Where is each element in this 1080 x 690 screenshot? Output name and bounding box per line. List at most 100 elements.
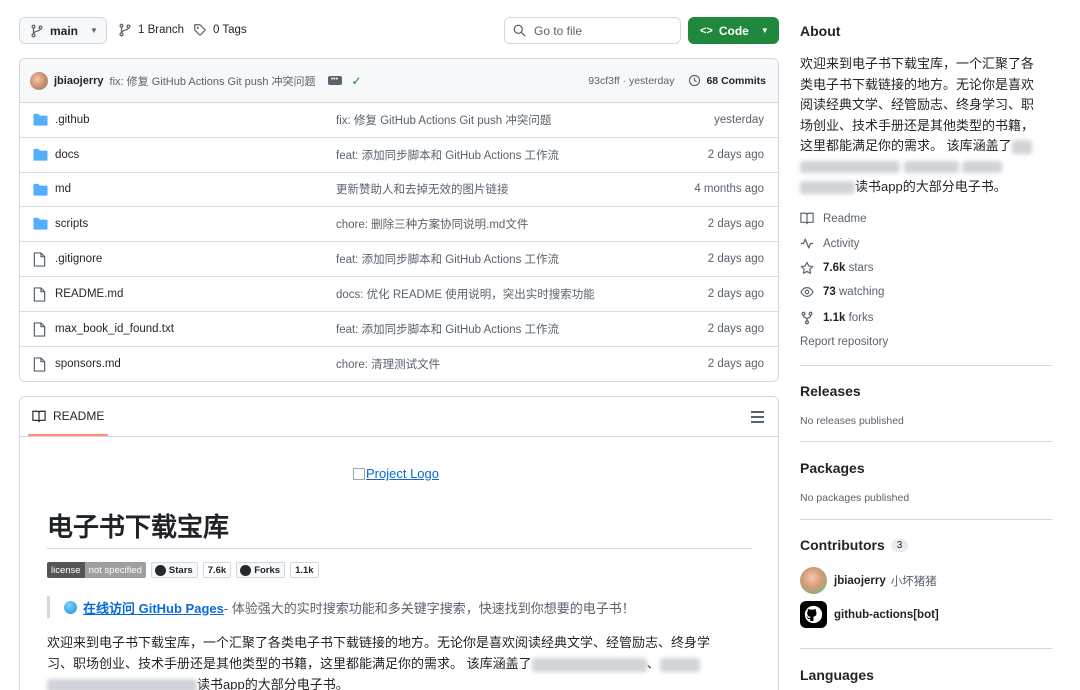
readme-title: 电子书下载宝库 bbox=[47, 513, 230, 543]
sidebar-divider bbox=[800, 365, 1052, 366]
forks-badge[interactable]: Forks bbox=[236, 562, 286, 578]
file-row[interactable]: README.md docs: 优化 README 使用说明，突出实时搜索功能 2 … bbox=[20, 277, 778, 312]
activity-link[interactable]: Activity bbox=[800, 237, 859, 250]
folder-icon bbox=[33, 148, 48, 161]
readme-tab-label: README bbox=[53, 409, 105, 423]
file-commit-message[interactable]: chore: 删除三种方案协同说明.md文件 bbox=[336, 216, 528, 232]
about-line-6 bbox=[800, 157, 1055, 178]
readme-header: README bbox=[20, 397, 778, 437]
branch-name: main bbox=[50, 23, 79, 38]
branch-select-button[interactable]: main ▼ bbox=[19, 17, 107, 44]
file-name[interactable]: scripts bbox=[55, 218, 88, 230]
file-row[interactable]: docs feat: 添加同步脚本和 GitHub Actions 工作流 2 da… bbox=[20, 138, 778, 173]
contributors-count-badge: 3 bbox=[890, 538, 909, 552]
packages-heading[interactable]: Packages bbox=[800, 460, 865, 476]
ellipsis-icon[interactable]: ••• bbox=[327, 76, 342, 85]
github-bot-avatar bbox=[800, 601, 827, 628]
forks-link[interactable]: 1.1k forks bbox=[800, 311, 874, 325]
commits-count-link[interactable]: 68 Commits bbox=[706, 75, 766, 87]
file-icon bbox=[33, 287, 46, 302]
tab-readme[interactable]: README bbox=[32, 409, 104, 423]
forks-badge-label: Forks bbox=[254, 564, 281, 576]
file-name[interactable]: .github bbox=[55, 114, 90, 126]
broken-image-icon bbox=[353, 467, 365, 480]
redacted-block bbox=[1011, 139, 1032, 154]
file-row[interactable]: .github fix: 修复 GitHub Actions Git push 冲… bbox=[20, 103, 778, 138]
forks-count-badge[interactable]: 1.1k bbox=[290, 562, 319, 578]
pulse-icon bbox=[800, 238, 814, 249]
redacted-block bbox=[800, 181, 855, 195]
file-commit-message[interactable]: fix: 修复 GitHub Actions Git push 冲突问题 bbox=[336, 112, 551, 128]
readme-link[interactable]: Readme bbox=[800, 212, 866, 225]
tags-count: 0 Tags bbox=[213, 24, 247, 36]
file-list: jbiaojerry fix: 修复 GitHub Actions Git pu… bbox=[19, 58, 779, 382]
file-row[interactable]: sponsors.md chore: 清理测试文件 2 days ago bbox=[20, 347, 778, 381]
file-name[interactable]: README.md bbox=[55, 288, 123, 300]
license-badge[interactable]: license not specified bbox=[47, 562, 146, 578]
go-to-file-input[interactable]: Go to file bbox=[504, 17, 681, 44]
about-line-7: 读书app的大部分电子书。 bbox=[800, 177, 1055, 198]
file-name[interactable]: md bbox=[55, 183, 71, 195]
file-commit-date: 2 days ago bbox=[707, 287, 764, 300]
file-name[interactable]: max_book_id_found.txt bbox=[55, 323, 174, 335]
watching-link[interactable]: 73 watching bbox=[800, 286, 884, 298]
file-row[interactable]: scripts chore: 删除三种方案协同说明.md文件 2 days ago bbox=[20, 207, 778, 243]
branches-link[interactable]: 1 Branch bbox=[118, 23, 184, 37]
file-row[interactable]: md 更新赞助人和去掉无效的图片链接 4 months ago bbox=[20, 173, 778, 208]
file-commit-message[interactable]: docs: 优化 README 使用说明，突出实时搜索功能 bbox=[336, 286, 595, 302]
report-repository-link[interactable]: Report repository bbox=[800, 336, 888, 348]
file-commit-message[interactable]: 更新赞助人和去掉无效的图片链接 bbox=[336, 181, 509, 197]
tags-link[interactable]: 0 Tags bbox=[193, 23, 247, 37]
stars-count: 7.6k bbox=[823, 262, 846, 274]
file-name[interactable]: .gitignore bbox=[55, 253, 102, 265]
file-commit-message[interactable]: feat: 添加同步脚本和 GitHub Actions 工作流 bbox=[336, 321, 559, 337]
file-name[interactable]: sponsors.md bbox=[55, 358, 121, 370]
license-badge-label: license bbox=[47, 562, 85, 578]
contributor-row[interactable]: jbiaojerry 小坏猪猪 bbox=[800, 567, 937, 594]
commit-sha-time[interactable]: 93cf3ff · yesterday bbox=[588, 75, 674, 87]
releases-heading[interactable]: Releases bbox=[800, 383, 861, 399]
avatar bbox=[800, 567, 827, 594]
commit-author[interactable]: jbiaojerry bbox=[54, 75, 104, 87]
folder-icon bbox=[33, 113, 48, 126]
file-commit-message[interactable]: chore: 清理测试文件 bbox=[336, 356, 440, 372]
about-line-7-text: 读书app的大部分电子书。 bbox=[855, 179, 1007, 194]
contributors-header[interactable]: Contributors 3 bbox=[800, 537, 909, 553]
file-commit-date: 2 days ago bbox=[707, 322, 764, 335]
project-logo-alt: Project Logo bbox=[366, 466, 439, 481]
stars-badge[interactable]: Stars bbox=[150, 562, 198, 578]
tab-active-underline bbox=[28, 434, 108, 436]
file-row[interactable]: .gitignore feat: 添加同步脚本和 GitHub Actions 工… bbox=[20, 242, 778, 277]
file-commit-message[interactable]: feat: 添加同步脚本和 GitHub Actions 工作流 bbox=[336, 251, 559, 267]
github-icon bbox=[240, 564, 252, 576]
book-icon bbox=[800, 212, 814, 225]
commit-message[interactable]: fix: 修复 GitHub Actions Git push 冲突问题 bbox=[110, 73, 316, 89]
latest-commit-bar: jbiaojerry fix: 修复 GitHub Actions Git pu… bbox=[20, 59, 778, 103]
contributor-row[interactable]: github-actions[bot] bbox=[800, 601, 939, 628]
eye-icon bbox=[800, 287, 814, 297]
outline-list-icon[interactable] bbox=[751, 411, 764, 423]
code-button[interactable]: <> Code ▼ bbox=[688, 17, 779, 44]
stars-link[interactable]: 7.6k stars bbox=[800, 261, 874, 275]
git-branch-icon bbox=[31, 24, 43, 37]
about-line-5: 这里都能满足你的需求。 该库涵盖了 bbox=[800, 136, 1055, 157]
about-line-4: 场创业、技术手册还是其他类型的书籍， bbox=[800, 117, 1035, 133]
avatar[interactable] bbox=[30, 71, 48, 90]
forks-count: 1.1k bbox=[823, 312, 846, 324]
github-pages-link[interactable]: 在线访问 GitHub Pages bbox=[83, 598, 224, 617]
file-commit-date: yesterday bbox=[714, 113, 764, 126]
file-row[interactable]: max_book_id_found.txt feat: 添加同步脚本和 GitHu… bbox=[20, 312, 778, 347]
file-commit-message[interactable]: feat: 添加同步脚本和 GitHub Actions 工作流 bbox=[336, 147, 559, 163]
stars-count-badge[interactable]: 7.6k bbox=[202, 562, 232, 578]
file-commit-date: 2 days ago bbox=[707, 218, 764, 231]
watching-label: watching bbox=[839, 286, 885, 298]
file-name[interactable]: docs bbox=[55, 149, 79, 161]
readme-paragraph: 欢迎来到电子书下载宝库，一个汇聚了各类电子书下载链接的地方。无论你是喜欢阅读经典… bbox=[47, 632, 710, 690]
fork-icon bbox=[801, 311, 813, 325]
about-line-3: 阅读经典文学、经管励志、终身学习、职 bbox=[800, 97, 1035, 112]
redacted-block bbox=[531, 657, 647, 672]
project-logo-link[interactable]: Project Logo bbox=[353, 466, 439, 481]
languages-heading: Languages bbox=[800, 667, 874, 683]
git-branch-icon bbox=[119, 23, 131, 37]
chevron-down-icon: ▼ bbox=[90, 26, 98, 35]
